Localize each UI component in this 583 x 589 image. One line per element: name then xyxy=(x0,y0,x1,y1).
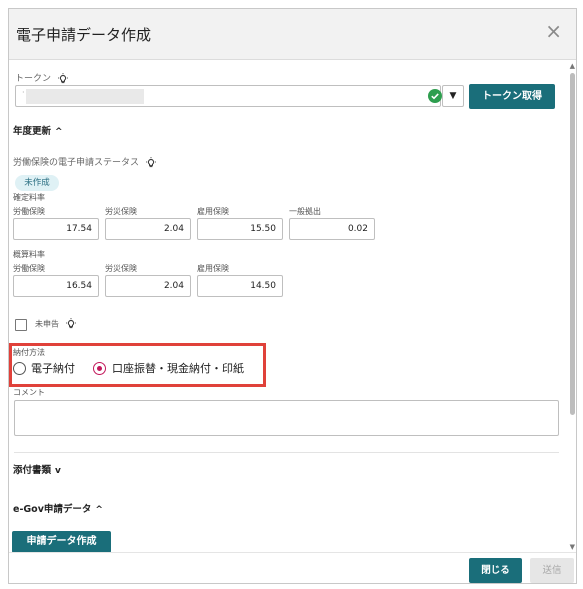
egov-heading[interactable]: e-Gov申請データ ^ xyxy=(13,501,103,515)
token-dropdown-button[interactable]: ▼ xyxy=(442,85,464,107)
confirmed-accident-field[interactable]: 2.04 xyxy=(105,218,191,240)
confirmed-rate-title: 確定料率 xyxy=(13,193,45,202)
confirmed-label-general: 一般拠出 xyxy=(289,207,321,216)
chevron-up-icon[interactable]: ^ xyxy=(55,127,63,137)
dialog-body[interactable] xyxy=(9,60,576,552)
token-input[interactable]: · xyxy=(15,85,442,107)
lightbulb-icon[interactable] xyxy=(65,318,77,330)
token-masked-prefix: · xyxy=(22,88,25,97)
status-badge: 未作成 xyxy=(15,175,59,191)
attachments-heading[interactable]: 添付書類 v xyxy=(13,462,61,476)
dialog-header: 電子申請データ作成 × xyxy=(9,9,576,60)
divider xyxy=(14,452,559,453)
egov-title: e-Gov申請データ xyxy=(13,504,92,515)
annual-update-heading[interactable]: 年度更新 ^ xyxy=(13,123,63,137)
dialog: 電子申請データ作成 × トークン · ▼ トークン取得 年度更新 ^ 労働保険の電… xyxy=(8,8,577,584)
not-declared-row: 未申告 xyxy=(35,318,77,330)
lightbulb-icon[interactable] xyxy=(57,72,69,85)
scrollbar-thumb[interactable] xyxy=(570,73,575,415)
confirmed-general-field[interactable]: 0.02 xyxy=(289,218,375,240)
confirmed-label-employment: 雇用保険 xyxy=(197,207,229,216)
token-label: トークン xyxy=(15,74,52,84)
radio-bank-transfer[interactable] xyxy=(93,362,106,375)
estimated-employment-field[interactable]: 14.50 xyxy=(197,275,283,297)
confirmed-label-accident: 労災保険 xyxy=(105,207,137,216)
token-label-row: トークン xyxy=(15,71,69,85)
close-icon[interactable]: × xyxy=(545,21,562,41)
comment-textarea[interactable] xyxy=(14,400,559,436)
not-declared-checkbox[interactable] xyxy=(15,319,27,331)
radio-electronic-payment-label[interactable]: 電子納付 xyxy=(31,360,75,376)
create-application-data-button[interactable]: 申請データ作成 xyxy=(12,531,111,553)
dialog-title: 電子申請データ作成 xyxy=(16,26,152,44)
status-label: 労働保険の電子申請ステータス xyxy=(13,158,140,168)
payment-method-label: 納付方法 xyxy=(13,348,45,357)
estimated-labor-field[interactable]: 16.54 xyxy=(13,275,99,297)
status-label-row: 労働保険の電子申請ステータス xyxy=(13,155,157,169)
lightbulb-icon[interactable] xyxy=(145,156,157,169)
get-token-button[interactable]: トークン取得 xyxy=(469,84,555,109)
not-declared-label: 未申告 xyxy=(35,319,59,329)
scroll-down-icon[interactable]: ▼ xyxy=(570,543,575,551)
attachments-title: 添付書類 xyxy=(13,465,52,476)
radio-bank-transfer-label[interactable]: 口座振替・現金納付・印紙 xyxy=(112,360,244,376)
comment-label: コメント xyxy=(13,388,45,397)
estimated-label-employment: 雇用保険 xyxy=(197,264,229,273)
estimated-rate-title: 概算料率 xyxy=(13,250,45,259)
estimated-label-accident: 労災保険 xyxy=(105,264,137,273)
token-masked-value xyxy=(26,89,144,104)
confirmed-labor-field[interactable]: 17.54 xyxy=(13,218,99,240)
estimated-label-labor: 労働保険 xyxy=(13,264,45,273)
annual-update-title: 年度更新 xyxy=(13,126,52,137)
estimated-accident-field[interactable]: 2.04 xyxy=(105,275,191,297)
confirmed-employment-field[interactable]: 15.50 xyxy=(197,218,283,240)
chevron-up-icon[interactable]: ^ xyxy=(95,505,103,515)
close-button[interactable]: 閉じる xyxy=(469,558,522,583)
send-button[interactable]: 送信 xyxy=(530,558,574,583)
radio-electronic-payment[interactable] xyxy=(13,362,26,375)
confirmed-label-labor: 労働保険 xyxy=(13,207,45,216)
chevron-down-icon[interactable]: v xyxy=(55,466,61,476)
scroll-up-icon[interactable]: ▲ xyxy=(570,62,575,70)
check-circle-icon xyxy=(428,89,442,103)
